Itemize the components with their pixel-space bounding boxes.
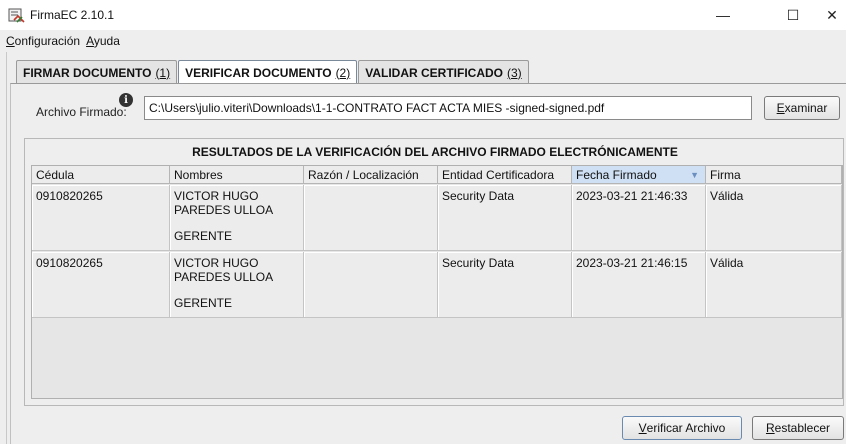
- table-row[interactable]: 0910820265 VICTOR HUGO PAREDES ULLOA GER…: [32, 252, 842, 318]
- minimize-icon: —: [716, 7, 730, 23]
- cell-cedula: 0910820265: [32, 185, 170, 251]
- close-icon: ✕: [826, 6, 838, 23]
- cell-razon: [304, 185, 438, 251]
- cell-firma: Válida: [706, 185, 842, 251]
- close-button[interactable]: ✕: [818, 0, 846, 30]
- minimize-button[interactable]: —: [700, 0, 746, 30]
- app-logo-icon: [8, 8, 25, 23]
- column-header-firma[interactable]: Firma: [706, 166, 842, 184]
- results-table: Cédula Nombres Razón / Localización Enti…: [31, 165, 843, 399]
- info-icon: i: [119, 93, 133, 107]
- cell-nombres: VICTOR HUGO PAREDES ULLOA GERENTE: [170, 252, 304, 318]
- menu-bar: Configuración Ayuda: [0, 30, 846, 52]
- cell-fecha: 2023-03-21 21:46:15: [572, 252, 706, 318]
- file-row: Archivo Firmado: i Examinar: [22, 92, 846, 132]
- restablecer-button[interactable]: Restablecer: [752, 416, 844, 440]
- examinar-button[interactable]: Examinar: [764, 96, 840, 120]
- cell-entidad: Security Data: [438, 252, 572, 318]
- sort-descending-icon: ▼: [690, 169, 699, 180]
- frame-divider: [6, 52, 7, 444]
- column-header-fecha[interactable]: Fecha Firmado ▼: [572, 166, 706, 184]
- menu-ayuda[interactable]: Ayuda: [86, 34, 120, 48]
- maximize-icon: ☐: [786, 6, 800, 23]
- results-title: RESULTADOS DE LA VERIFICACIÓN DEL ARCHIV…: [192, 145, 678, 159]
- cell-razon: [304, 252, 438, 318]
- window-title: FirmaEC 2.10.1: [30, 8, 115, 22]
- column-header-nombres[interactable]: Nombres: [170, 166, 304, 184]
- tab-validar-certificado[interactable]: VALIDAR CERTIFICADO (3): [358, 60, 529, 84]
- results-panel: RESULTADOS DE LA VERIFICACIÓN DEL ARCHIV…: [24, 138, 844, 406]
- menu-configuracion[interactable]: Configuración: [6, 34, 80, 48]
- tab-strip: FIRMAR DOCUMENTO (1) VERIFICAR DOCUMENTO(…: [16, 60, 530, 84]
- tab-firmar-documento[interactable]: FIRMAR DOCUMENTO (1): [16, 60, 178, 84]
- cell-firma: Válida: [706, 252, 842, 318]
- tab-verificar-documento[interactable]: VERIFICAR DOCUMENTO (2): [178, 60, 358, 84]
- verificar-archivo-button[interactable]: Verificar Archivo: [622, 416, 742, 440]
- app-body: FIRMAR DOCUMENTO (1) VERIFICAR DOCUMENTO(…: [0, 52, 846, 444]
- column-header-entidad[interactable]: Entidad Certificadora: [438, 166, 572, 184]
- table-header: Cédula Nombres Razón / Localización Enti…: [32, 166, 842, 184]
- archivo-path-input[interactable]: [144, 96, 752, 120]
- cell-cedula: 0910820265: [32, 252, 170, 318]
- cell-fecha: 2023-03-21 21:46:33: [572, 185, 706, 251]
- column-header-cedula[interactable]: Cédula: [32, 166, 170, 184]
- window-title-bar: FirmaEC 2.10.1 — ☐ ✕: [0, 0, 846, 30]
- archivo-firmado-label: Archivo Firmado:: [36, 105, 127, 119]
- maximize-button[interactable]: ☐: [770, 0, 816, 30]
- table-row[interactable]: 0910820265 VICTOR HUGO PAREDES ULLOA GER…: [32, 185, 842, 251]
- cell-nombres: VICTOR HUGO PAREDES ULLOA GERENTE: [170, 185, 304, 251]
- column-header-razon[interactable]: Razón / Localización: [304, 166, 438, 184]
- cell-entidad: Security Data: [438, 185, 572, 251]
